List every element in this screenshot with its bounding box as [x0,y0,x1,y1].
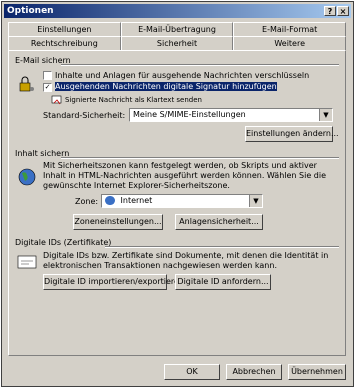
default-security-label: Standard-Sicherheit: [43,111,126,120]
tab-spelling[interactable]: Rechtschreibung [8,36,121,50]
certificate-icon [17,255,37,269]
sign-label: Ausgehenden Nachrichten digitale Signatu… [55,82,277,91]
chevron-down-icon[interactable]: ▼ [319,109,332,121]
tab-row-2: Rechtschreibung Sicherheit Weitere [8,36,347,50]
divider [105,246,339,248]
encrypt-checkbox[interactable] [43,71,52,80]
divider [61,157,339,159]
cancel-button[interactable]: Abbrechen [226,364,282,380]
ok-button[interactable]: OK [164,364,220,380]
zone-value: Internet [120,196,153,205]
cleartext-label: Signierte Nachricht als Klartext senden [65,96,202,104]
content-secure-description: Mit Sicherheitszonen kann festgelegt wer… [43,161,327,190]
tab-security[interactable]: Sicherheit [120,36,234,50]
help-button[interactable]: ? [324,6,336,16]
default-security-value: Meine S/MIME-Einstellungen [133,110,246,119]
sign-checkbox[interactable]: ✓ [43,83,52,92]
digital-ids-title: Digitale IDs (Zertifikate) [15,238,112,247]
default-security-select[interactable]: Meine S/MIME-Einstellungen ▼ [129,108,333,122]
divider [61,64,339,66]
globe-icon [18,168,36,186]
options-dialog: Optionen ? × Einstellungen E-Mail-Übertr… [1,1,354,387]
import-export-id-button[interactable]: Digitale ID importieren/exportieren... [43,274,192,290]
signed-message-icon [51,95,62,105]
change-settings-button[interactable]: Einstellungen ändern... [245,126,339,142]
chevron-down-icon[interactable]: ▼ [249,195,262,207]
tab-row-1: Einstellungen E-Mail-Übertragung E-Mail-… [8,22,347,36]
internet-icon [105,196,115,205]
get-id-button[interactable]: Digitale ID anfordern... [175,274,271,290]
apply-button[interactable]: Übernehmen [288,364,346,380]
window-title: Optionen [7,6,54,16]
encrypt-label: Inhalte und Anlagen für ausgehende Nachr… [55,71,310,80]
title-bar: Optionen ? × [4,4,351,18]
zone-settings-button[interactable]: Zoneneinstellungen... [73,214,163,230]
tab-other[interactable]: Weitere [233,36,347,50]
security-panel: E-Mail sichern Inhalte und Anlagen für a… [8,50,346,356]
tab-mail-format[interactable]: E-Mail-Format [233,22,347,36]
tab-mail-transfer[interactable]: E-Mail-Übertragung [120,22,234,36]
zone-select[interactable]: Internet ▼ [101,194,263,208]
digital-ids-description: Digitale IDs bzw. Zertifikate sind Dokum… [43,251,329,270]
close-button[interactable]: × [337,6,349,16]
lock-key-icon [19,76,34,92]
tab-settings[interactable]: Einstellungen [8,22,121,36]
tab-strip: Einstellungen E-Mail-Übertragung E-Mail-… [8,22,347,50]
zone-label: Zone: [75,197,99,206]
attachment-security-button[interactable]: Anlagensicherheit... [175,214,263,230]
